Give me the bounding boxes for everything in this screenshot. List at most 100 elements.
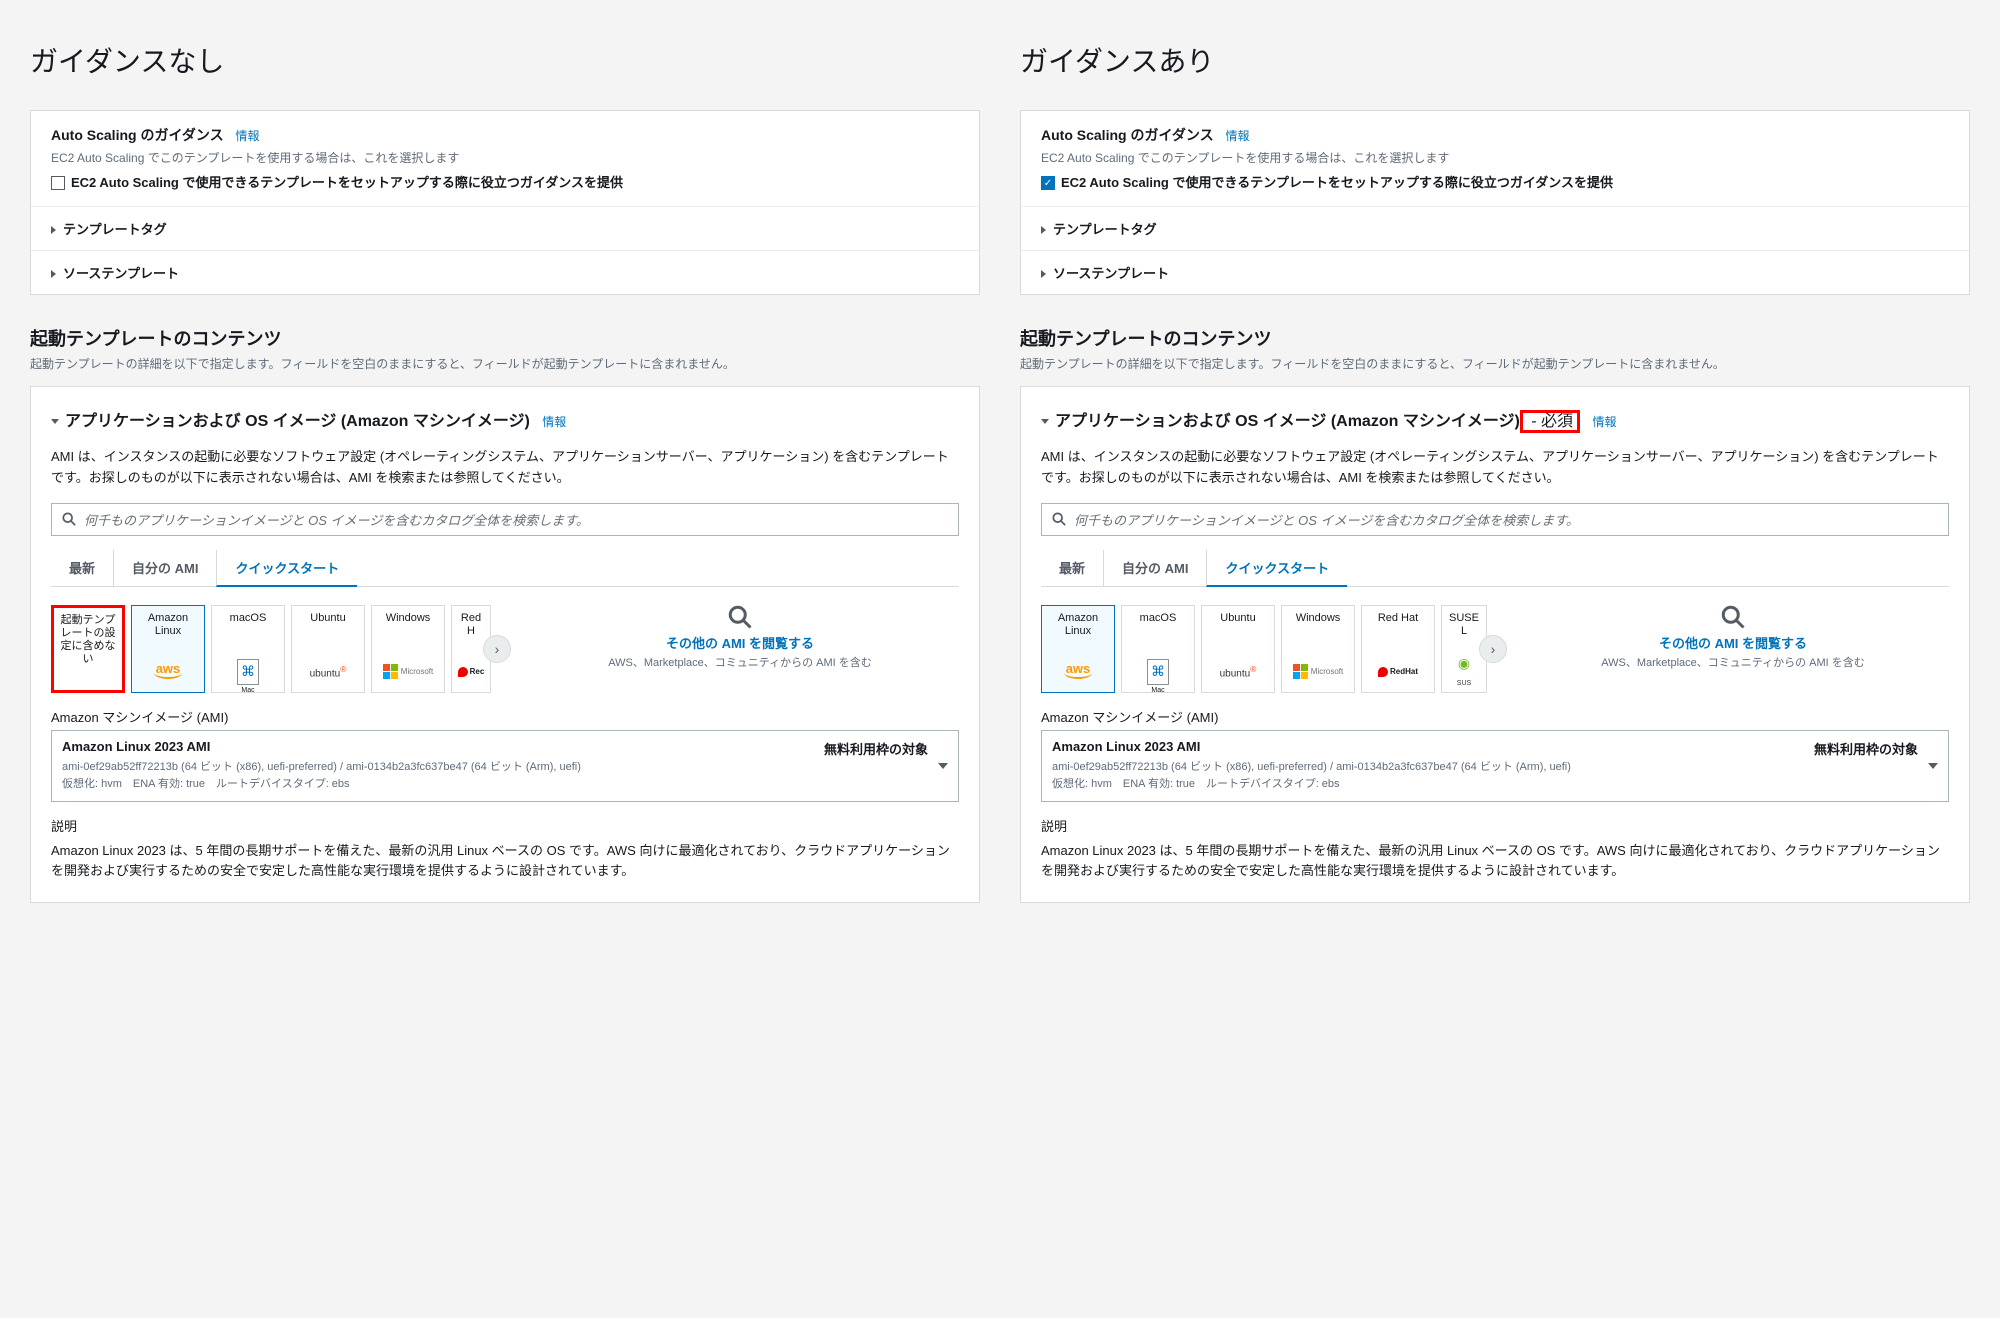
caret-right-icon: [51, 270, 56, 278]
guidance-checkbox-label: EC2 Auto Scaling で使用できるテンプレートをセットアップする際に…: [71, 174, 623, 192]
free-tier-badge: 無料利用枠の対象: [1814, 739, 1918, 758]
info-link[interactable]: 情報: [236, 129, 260, 143]
ami-card-ubuntu[interactable]: Ubuntu ubuntu®: [1201, 605, 1275, 693]
description-body: Amazon Linux 2023 は、5 年間の長期サポートを備えた、最新の汎…: [51, 841, 959, 883]
ami-section-title: アプリケーションおよび OS イメージ (Amazon マシンイメージ) - 必…: [1041, 407, 1949, 431]
ami-panel: アプリケーションおよび OS イメージ (Amazon マシンイメージ) 情報 …: [30, 386, 980, 903]
ubuntu-logo-icon: ubuntu®: [305, 658, 351, 686]
column-heading: ガイダンスあり: [1020, 40, 1970, 80]
scroll-right-button[interactable]: ›: [1479, 635, 1507, 663]
ami-card-amazon-linux[interactable]: Amazon Linux aws: [1041, 605, 1115, 693]
ami-description: AMI は、インスタンスの起動に必要なソフトウェア設定 (オペレーティングシステ…: [51, 447, 959, 489]
search-placeholder: 何千ものアプリケーションイメージと OS イメージを含むカタログ全体を検索します…: [84, 510, 589, 529]
info-link[interactable]: 情報: [542, 415, 566, 429]
guidance-subtitle: EC2 Auto Scaling でこのテンプレートを使用する場合は、これを選択…: [51, 149, 959, 166]
ami-select[interactable]: Amazon Linux 2023 AMI 無料利用枠の対象 ami-0ef29…: [1041, 730, 1949, 802]
contents-heading: 起動テンプレートのコンテンツ: [1020, 325, 1970, 351]
guidance-panel: Auto Scaling のガイダンス 情報 EC2 Auto Scaling …: [1020, 110, 1970, 295]
microsoft-logo-icon: Microsoft: [385, 658, 431, 686]
aws-logo-icon: aws: [145, 658, 191, 686]
ami-tabs: 最新 自分の AMI クイックスタート: [51, 550, 959, 587]
ami-select-label: Amazon マシンイメージ (AMI): [51, 707, 959, 726]
aws-logo-icon: aws: [1055, 658, 1101, 686]
microsoft-logo-icon: Microsoft: [1295, 658, 1341, 686]
search-icon: [1721, 605, 1745, 629]
ami-tabs: 最新 自分の AMI クイックスタート: [1041, 550, 1949, 587]
ami-card-ubuntu[interactable]: Ubuntu ubuntu®: [291, 605, 365, 693]
ami-detail-line2: 仮想化: hvm ENA 有効: true ルートデバイスタイプ: ebs: [1052, 777, 1918, 792]
mac-logo-icon: ⌘: [1135, 658, 1181, 686]
column-with-guidance: ガイダンスあり Auto Scaling のガイダンス 情報 EC2 Auto …: [1020, 40, 1970, 903]
info-link[interactable]: 情報: [1226, 129, 1250, 143]
caret-right-icon: [1041, 226, 1046, 234]
description-heading: 説明: [51, 816, 959, 835]
guidance-checkbox-label: EC2 Auto Scaling で使用できるテンプレートをセットアップする際に…: [1061, 174, 1613, 192]
redhat-logo-icon: RedHat: [1375, 658, 1421, 686]
guidance-subtitle: EC2 Auto Scaling でこのテンプレートを使用する場合は、これを選択…: [1041, 149, 1949, 166]
expander-template-tags[interactable]: テンプレートタグ: [31, 206, 979, 250]
contents-heading: 起動テンプレートのコンテンツ: [30, 325, 980, 351]
search-icon: [1052, 512, 1066, 526]
column-without-guidance: ガイダンスなし Auto Scaling のガイダンス 情報 EC2 Auto …: [30, 40, 980, 903]
ami-panel: アプリケーションおよび OS イメージ (Amazon マシンイメージ) - 必…: [1020, 386, 1970, 903]
mac-logo-icon: ⌘: [225, 658, 271, 686]
ami-card-windows[interactable]: Windows Microsoft: [371, 605, 445, 693]
description-heading: 説明: [1041, 816, 1949, 835]
chevron-down-icon: [1928, 763, 1938, 769]
search-placeholder: 何千ものアプリケーションイメージと OS イメージを含むカタログ全体を検索します…: [1074, 510, 1579, 529]
ami-select[interactable]: Amazon Linux 2023 AMI 無料利用枠の対象 ami-0ef29…: [51, 730, 959, 802]
expander-source-template[interactable]: ソーステンプレート: [1021, 250, 1969, 294]
tab-quickstart[interactable]: クイックスタート: [1206, 550, 1347, 587]
guidance-panel: Auto Scaling のガイダンス 情報 EC2 Auto Scaling …: [30, 110, 980, 295]
contents-sub: 起動テンプレートの詳細を以下で指定します。フィールドを空白のままにすると、フィー…: [30, 355, 980, 372]
tab-recent[interactable]: 最新: [51, 550, 113, 586]
caret-right-icon: [1041, 270, 1046, 278]
guidance-checkbox[interactable]: ✓: [1041, 176, 1055, 190]
caret-down-icon: [1041, 419, 1049, 424]
contents-sub: 起動テンプレートの詳細を以下で指定します。フィールドを空白のままにすると、フィー…: [1020, 355, 1970, 372]
guidance-title: Auto Scaling のガイダンス 情報: [1041, 125, 1949, 145]
browse-sub: AWS、Marketplace、コミュニティからの AMI を含む: [608, 656, 872, 671]
guidance-checkbox[interactable]: [51, 176, 65, 190]
ami-card-macos[interactable]: macOS ⌘: [211, 605, 285, 693]
ami-card-windows[interactable]: Windows Microsoft: [1281, 605, 1355, 693]
search-icon: [728, 605, 752, 629]
ami-card-macos[interactable]: macOS ⌘: [1121, 605, 1195, 693]
tab-my-ami[interactable]: 自分の AMI: [113, 550, 216, 586]
expander-template-tags[interactable]: テンプレートタグ: [1021, 206, 1969, 250]
ami-description: AMI は、インスタンスの起動に必要なソフトウェア設定 (オペレーティングシステ…: [1041, 447, 1949, 489]
ami-card-exclude[interactable]: 起動テンプレートの設定に含めない: [51, 605, 125, 693]
ami-card-amazon-linux[interactable]: Amazon Linux aws: [131, 605, 205, 693]
ami-detail-line1: ami-0ef29ab52ff72213b (64 ビット (x86), uef…: [62, 760, 928, 775]
expander-source-template[interactable]: ソーステンプレート: [31, 250, 979, 294]
search-icon: [62, 512, 76, 526]
chevron-down-icon: [938, 763, 948, 769]
tab-my-ami[interactable]: 自分の AMI: [1103, 550, 1206, 586]
redhat-logo-icon: Rec: [451, 658, 491, 686]
suse-logo-icon: ◉SUS: [1441, 658, 1487, 686]
caret-right-icon: [51, 226, 56, 234]
column-heading: ガイダンスなし: [30, 40, 980, 80]
ami-search-input[interactable]: 何千ものアプリケーションイメージと OS イメージを含むカタログ全体を検索します…: [1041, 503, 1949, 536]
browse-more-ami-link[interactable]: その他の AMI を閲覧する: [666, 633, 814, 652]
tab-recent[interactable]: 最新: [1041, 550, 1103, 586]
ami-selected-name: Amazon Linux 2023 AMI: [1052, 739, 1200, 758]
browse-more-ami-link[interactable]: その他の AMI を閲覧する: [1659, 633, 1807, 652]
scroll-right-button[interactable]: ›: [483, 635, 511, 663]
tab-quickstart[interactable]: クイックスタート: [216, 550, 357, 587]
browse-sub: AWS、Marketplace、コミュニティからの AMI を含む: [1601, 656, 1865, 671]
guidance-title: Auto Scaling のガイダンス 情報: [51, 125, 959, 145]
ami-select-label: Amazon マシンイメージ (AMI): [1041, 707, 1949, 726]
description-body: Amazon Linux 2023 は、5 年間の長期サポートを備えた、最新の汎…: [1041, 841, 1949, 883]
caret-down-icon: [51, 419, 59, 424]
ami-selected-name: Amazon Linux 2023 AMI: [62, 739, 210, 758]
ami-card-redhat[interactable]: Red Hat RedHat: [1361, 605, 1435, 693]
ami-search-input[interactable]: 何千ものアプリケーションイメージと OS イメージを含むカタログ全体を検索します…: [51, 503, 959, 536]
required-badge: - 必須: [1520, 410, 1580, 433]
ami-section-title: アプリケーションおよび OS イメージ (Amazon マシンイメージ) 情報: [51, 407, 959, 431]
info-link[interactable]: 情報: [1593, 415, 1617, 429]
ami-detail-line1: ami-0ef29ab52ff72213b (64 ビット (x86), uef…: [1052, 760, 1918, 775]
ami-detail-line2: 仮想化: hvm ENA 有効: true ルートデバイスタイプ: ebs: [62, 777, 928, 792]
free-tier-badge: 無料利用枠の対象: [824, 739, 928, 758]
ubuntu-logo-icon: ubuntu®: [1215, 658, 1261, 686]
